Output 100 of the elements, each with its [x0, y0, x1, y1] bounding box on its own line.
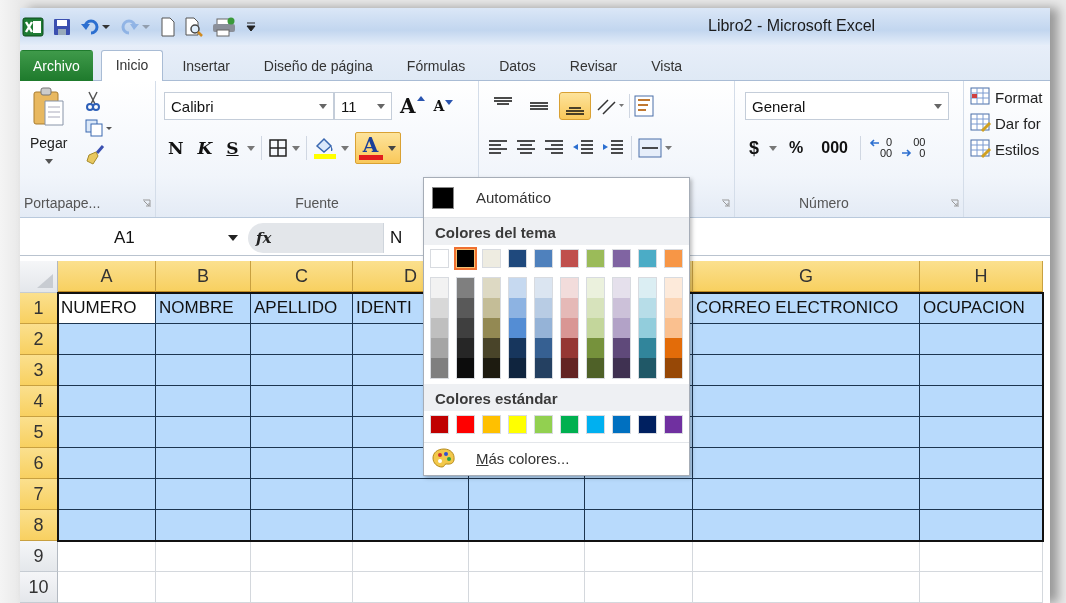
- bold-button[interactable]: N: [164, 138, 188, 158]
- color-swatch[interactable]: [613, 318, 630, 338]
- spreadsheet-cell[interactable]: [353, 479, 469, 510]
- color-swatch[interactable]: [483, 298, 500, 318]
- row-header[interactable]: 7: [20, 479, 58, 510]
- spreadsheet-cell[interactable]: [693, 324, 920, 355]
- color-swatch[interactable]: [665, 318, 682, 338]
- color-swatch[interactable]: [613, 338, 630, 358]
- row-header[interactable]: 1: [20, 293, 58, 324]
- spreadsheet-cell[interactable]: [920, 479, 1043, 510]
- color-swatch[interactable]: [638, 249, 657, 268]
- spreadsheet-cell[interactable]: NOMBRE: [156, 293, 251, 324]
- color-swatch[interactable]: [665, 358, 682, 378]
- spreadsheet-cell[interactable]: [58, 479, 156, 510]
- underline-button[interactable]: S: [222, 138, 243, 158]
- caret-icon[interactable]: [769, 145, 777, 151]
- spreadsheet-cell[interactable]: [58, 355, 156, 386]
- decrease-decimal-button[interactable]: 00 0: [900, 137, 928, 159]
- align-center-icon[interactable]: [515, 139, 537, 157]
- color-swatch[interactable]: [483, 278, 500, 298]
- color-swatch[interactable]: [509, 338, 526, 358]
- color-swatch[interactable]: [613, 278, 630, 298]
- spreadsheet-cell[interactable]: [920, 386, 1043, 417]
- spreadsheet-cell[interactable]: [58, 324, 156, 355]
- align-right-icon[interactable]: [543, 139, 565, 157]
- merge-cells-icon[interactable]: [638, 138, 674, 158]
- row-header[interactable]: 9: [20, 541, 58, 572]
- color-swatch[interactable]: [535, 318, 552, 338]
- italic-button[interactable]: K: [193, 138, 217, 158]
- spreadsheet-cell[interactable]: [156, 479, 251, 510]
- color-swatch[interactable]: [509, 358, 526, 378]
- paste-button[interactable]: Pegar: [30, 87, 68, 189]
- color-swatch[interactable]: [639, 318, 656, 338]
- spreadsheet-cell[interactable]: [58, 386, 156, 417]
- print-preview-icon[interactable]: [184, 16, 204, 37]
- color-swatch[interactable]: [665, 298, 682, 318]
- spreadsheet-cell[interactable]: [251, 448, 353, 479]
- column-header[interactable]: G: [799, 265, 813, 287]
- color-swatch[interactable]: [560, 249, 579, 268]
- column-header[interactable]: D: [404, 265, 417, 287]
- color-swatch[interactable]: [638, 415, 657, 434]
- column-header[interactable]: C: [295, 265, 308, 287]
- color-swatch[interactable]: [612, 415, 631, 434]
- spreadsheet-cell[interactable]: [251, 479, 353, 510]
- color-swatch[interactable]: [535, 298, 552, 318]
- spreadsheet-cell[interactable]: [693, 510, 920, 541]
- spreadsheet-cell[interactable]: [251, 386, 353, 417]
- spreadsheet-cell[interactable]: [693, 355, 920, 386]
- caret-icon[interactable]: [246, 145, 255, 151]
- color-swatch[interactable]: [639, 358, 656, 378]
- styles-menu-button[interactable]: Format: [970, 87, 1050, 107]
- spreadsheet-cell[interactable]: [693, 386, 920, 417]
- spreadsheet-cell[interactable]: [693, 417, 920, 448]
- color-swatch[interactable]: [665, 278, 682, 298]
- font-color-button[interactable]: A: [354, 132, 401, 164]
- scissors-icon[interactable]: [85, 91, 102, 111]
- percent-button[interactable]: %: [783, 139, 810, 157]
- color-swatch[interactable]: [457, 278, 474, 298]
- wrap-text-icon[interactable]: [634, 95, 656, 117]
- automatic-color-option[interactable]: Automático: [424, 178, 689, 218]
- color-swatch[interactable]: [431, 318, 448, 338]
- spreadsheet-cell[interactable]: [58, 510, 156, 541]
- color-swatch[interactable]: [535, 358, 552, 378]
- color-swatch[interactable]: [456, 249, 475, 268]
- color-swatch[interactable]: [613, 358, 630, 378]
- color-swatch[interactable]: [587, 278, 604, 298]
- fill-color-icon[interactable]: [312, 137, 337, 159]
- color-swatch[interactable]: [587, 298, 604, 318]
- save-icon[interactable]: [52, 16, 72, 37]
- brush-icon[interactable]: [85, 145, 106, 165]
- color-swatch[interactable]: [561, 358, 578, 378]
- bottom-align-button[interactable]: [559, 92, 591, 120]
- spreadsheet-cell[interactable]: [693, 479, 920, 510]
- color-swatch[interactable]: [456, 415, 475, 434]
- dialog-launcher-icon[interactable]: [950, 198, 959, 208]
- spreadsheet-cell[interactable]: [251, 324, 353, 355]
- color-swatch[interactable]: [482, 415, 501, 434]
- spreadsheet-cell[interactable]: [58, 417, 156, 448]
- color-swatch[interactable]: [483, 358, 500, 378]
- align-left-icon[interactable]: [487, 139, 509, 157]
- shrink-font-button[interactable]: A: [429, 98, 455, 114]
- grow-font-button[interactable]: A: [396, 94, 426, 118]
- color-swatch[interactable]: [482, 249, 501, 268]
- spreadsheet-cell[interactable]: [156, 510, 251, 541]
- color-swatch[interactable]: [613, 298, 630, 318]
- row-header[interactable]: 4: [20, 386, 58, 417]
- font-name-field[interactable]: Calibri: [164, 92, 334, 120]
- color-swatch[interactable]: [587, 338, 604, 358]
- ribbon-tab[interactable]: Archivo: [20, 50, 93, 81]
- spreadsheet-cell[interactable]: NUMERO: [58, 293, 156, 324]
- spreadsheet-cell[interactable]: [251, 417, 353, 448]
- color-swatch[interactable]: [431, 338, 448, 358]
- caret-icon[interactable]: [340, 145, 349, 151]
- spreadsheet-cell[interactable]: OCUPACION: [920, 293, 1043, 324]
- ribbon-tab[interactable]: Datos: [484, 51, 551, 81]
- dialog-launcher-icon[interactable]: [721, 198, 730, 208]
- spreadsheet-cell[interactable]: [156, 355, 251, 386]
- spreadsheet-cell[interactable]: [469, 510, 585, 541]
- color-swatch[interactable]: [665, 338, 682, 358]
- color-swatch[interactable]: [483, 318, 500, 338]
